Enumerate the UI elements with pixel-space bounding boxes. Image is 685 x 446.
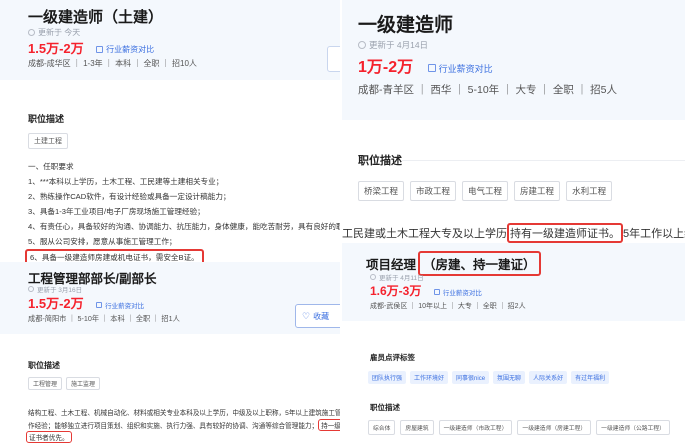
salary-row: 1.6万-3万 行业薪资对比	[370, 282, 482, 300]
section-title-description: 职位描述	[370, 403, 400, 412]
job-title: 一级建造师（土建）	[28, 9, 164, 26]
tag: 桥梁工程	[358, 181, 405, 201]
salary-row: 1.5万-2万 行业薪资对比	[28, 293, 144, 313]
tag: 房屋建筑	[400, 420, 434, 435]
highlighted-requirement: 持一级建造师	[318, 419, 340, 431]
review-tag: 氛围无聊	[493, 371, 526, 384]
chart-icon	[96, 302, 103, 308]
tag: 一级建造师（公路工程）	[596, 420, 670, 435]
desc-line: 一、任职要求	[28, 162, 74, 171]
tag: 房建工程	[514, 181, 561, 201]
job-meta: 成都-武侯区 ｜ 10年以上 ｜ 大专 ｜ 全职 ｜ 招2人	[370, 303, 526, 310]
chart-icon	[96, 46, 104, 53]
desc-line: 1、***本科以上学历，土木工程、工民建等土建相关专业；	[28, 177, 224, 186]
section-title-description: 职位描述	[358, 155, 402, 167]
tag-list: 桥梁工程 市政工程 电气工程 房建工程 水利工程	[358, 181, 613, 201]
desc-line: 4、有责任心，具备较好的沟通、协调能力、抗压能力，身体健康，能吃苦耐劳，具有良好…	[28, 222, 340, 231]
tag: 综合体	[368, 420, 396, 435]
tag: 电气工程	[462, 181, 509, 201]
review-tag: 工作环境好	[410, 371, 449, 384]
clock-icon	[370, 274, 376, 280]
tag: 水利工程	[566, 181, 613, 201]
salary-compare-link[interactable]: 行业薪资对比	[433, 287, 482, 297]
salary-row: 1.5万-2万 行业薪资对比	[28, 38, 154, 58]
job-header-1: 一级建造师（土建） 更新于 今天 1.5万-2万 行业薪资对比 成都-成华区 ｜…	[0, 0, 340, 80]
desc-line: 2、熟练操作CAD软件，有设计经验或具备一定设计稿能力；	[28, 192, 231, 201]
section-title-description: 职位描述	[28, 361, 60, 370]
job-title: 项目经理	[366, 258, 417, 272]
tag: 工程管理	[28, 377, 63, 390]
desc-line: 作经验；能够独立进行项目策划、组织和实施、执行力强、具有较好的协调、沟通等综合管…	[28, 419, 340, 431]
review-tag-list: 团队执行强 工作环境好 同事很nice 氛围无聊 人际关系好 有过年福利	[368, 371, 610, 384]
clock-icon	[358, 41, 366, 49]
highlighted-requirement: 持有一级建造师证书。	[507, 223, 623, 243]
review-tag: 团队执行强	[368, 371, 407, 384]
heart-icon: ♡	[302, 310, 311, 321]
right-screenshot-panel: 一级建造师 更新于 4月14日 1万-2万 行业薪资对比 成都-青羊区 ｜ 西华…	[342, 0, 685, 446]
job-meta: 成都-青羊区 ｜ 西华 ｜ 5-10年 ｜ 大专 ｜ 全职 ｜ 招5人	[358, 84, 618, 96]
tag: 土建工程	[28, 133, 68, 149]
job-header-1: 一级建造师 更新于 4月14日 1万-2万 行业薪资对比 成都-青羊区 ｜ 西华…	[342, 0, 685, 120]
desc-line: 工民建或土木工程大专及以上学历持有一级建造师证书。5年工作以上经历	[342, 223, 685, 243]
salary: 1万-2万	[358, 59, 414, 76]
left-screenshot-panel: 一级建造师（土建） 更新于 今天 1.5万-2万 行业薪资对比 成都-成华区 ｜…	[0, 0, 340, 446]
update-time: 更新于 4月14日	[358, 39, 428, 51]
tag: 一级建造师（房建工程）	[517, 420, 592, 435]
job-header-2: 项目经理 （房建、持一建证） 更新于 4月11日 1.6万-3万 行业薪资对比 …	[342, 243, 685, 321]
salary-row: 1万-2万 行业薪资对比	[358, 53, 493, 77]
tag: 施工监理	[66, 377, 101, 390]
salary: 1.6万-3万	[370, 284, 422, 298]
desc-line: 5、服从公司安排，愿意从事施工管理工作；	[28, 237, 177, 246]
desc-line: 结构工程、土木工程、机械自动化、材料或相关专业本科及以上学历，中级及以上职称，5…	[28, 410, 340, 417]
tag-list: 综合体 房屋建筑 一级建造师（市政工程） 一级建造师（房建工程） 一级建造师（公…	[368, 420, 670, 435]
review-tag: 同事很nice	[452, 371, 490, 384]
salary-compare-link[interactable]: 行业薪资对比	[96, 300, 144, 310]
section-title-description: 职位描述	[28, 114, 65, 124]
update-time: 更新于 4月11日	[370, 272, 424, 282]
salary-compare-link[interactable]: 行业薪资对比	[96, 44, 154, 55]
tag: 一级建造师（市政工程）	[438, 420, 513, 435]
section-underline	[402, 160, 685, 161]
favorite-button[interactable]: ♡ 收藏	[295, 304, 340, 328]
salary: 1.5万-2万	[28, 41, 84, 56]
job-header-2: 工程管理部部长/副部长 更新于 3月16日 1.5万-2万 行业薪资对比 成都-…	[0, 262, 340, 334]
tag: 市政工程	[410, 181, 457, 201]
chart-icon	[433, 289, 440, 295]
clock-icon	[28, 286, 34, 292]
job-title: 一级建造师	[358, 15, 454, 36]
favorite-button-partial[interactable]	[327, 46, 340, 72]
section-title-reviews: 雇员点评标签	[370, 353, 415, 362]
job-meta: 成都-成华区 ｜ 1-3年 ｜ 本科 ｜ 全职 ｜ 招10人	[28, 59, 197, 68]
chart-icon	[427, 64, 436, 72]
tag-list: 土建工程	[28, 130, 68, 149]
clock-icon	[28, 29, 35, 36]
highlighted-job-title: （房建、持一建证）	[418, 251, 541, 276]
highlighted-requirement: 证书者优先。	[26, 431, 72, 443]
desc-line: 3、具备1-3年工业项目/电子厂房现场施工管理经验；	[28, 207, 205, 216]
review-tag: 人际关系好	[529, 371, 568, 384]
update-time: 更新于 今天	[28, 27, 80, 38]
salary-compare-link[interactable]: 行业薪资对比	[427, 62, 493, 75]
job-meta: 成都-简阳市 ｜ 5-10年 ｜ 本科 ｜ 全职 ｜ 招1人	[28, 314, 180, 323]
tag-list: 工程管理 施工监理	[28, 377, 101, 390]
review-tag: 有过年福利	[571, 371, 610, 384]
salary: 1.5万-2万	[28, 296, 84, 311]
